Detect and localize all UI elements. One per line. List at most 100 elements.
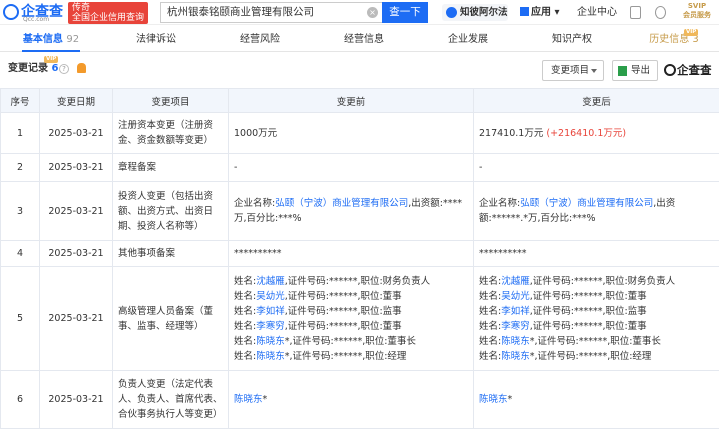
row-item: 负责人变更（法定代表人、负责人、首席代表、合伙事务执行人等变更） [112,370,229,429]
person-line: 姓名:李如祥,证件号码:******,职位:监事 [234,304,468,319]
row-date: 2025-03-21 [39,112,113,154]
company-link[interactable]: 弘颐（宁波）商业管理有限公司 [275,198,408,209]
tab-legal[interactable]: 法律诉讼 [126,28,186,52]
label: 姓名: [234,320,257,332]
table-row: 1 2025-03-21 注册资本变更（注册资金、资金数额等变更） 1000万元… [0,112,719,154]
user-icon[interactable] [655,6,666,19]
value: ,证件号码:******,职位:董事 [284,290,402,302]
person-link[interactable]: 陈晓东 [256,351,285,362]
brand-text: 企查查 [677,63,712,77]
person-link[interactable]: 陈晓东 [501,351,530,362]
table-row: 5 2025-03-21 高级管理人员备案（董事、监事、经理等） 姓名:沈越雁,… [0,266,719,371]
value: * [262,394,268,405]
person-line: 姓名:李寒穷,证件号码:******,职位:董事 [234,319,468,334]
person-link[interactable]: 陈晓东 [256,336,285,347]
user-center-link[interactable]: 企业中心 [577,2,623,23]
filter-change-item-button[interactable]: 变更项目 [542,60,604,81]
search-button[interactable]: 查一下 [382,2,428,23]
value: ,证件号码:******,职位:财务负责人 [284,275,431,287]
row-item: 投资人变更（包括出资额、出资方式、出资日期、投资人名称等） [112,181,229,241]
person-line: 姓名:李寒穷,证件号码:******,职位:董事 [479,319,714,334]
zhibi-alpha-button[interactable]: 知彼阿尔法 [442,4,508,21]
bell-icon[interactable] [77,63,86,73]
zhibi-icon [446,7,457,18]
value: ,证件号码:******,职位:董事 [529,290,647,302]
export-button[interactable]: 导出 [612,60,658,81]
person-line: 姓名:陈晓东*,证件号码:******,职位:经理 [234,349,468,364]
search-input[interactable]: 杭州银泰铭颐商业管理有限公司 × [160,2,382,23]
person-link[interactable]: 沈越雁 [256,276,285,287]
tab-label: 历史信息 [649,34,690,45]
active-tab-indicator [22,50,80,52]
row-before: 姓名:沈越雁,证件号码:******,职位:财务负责人 姓名:吴幼光,证件号码:*… [228,266,474,371]
person-link[interactable]: 李如祥 [256,306,285,317]
tab-basic-info[interactable]: 基本信息 92 [22,28,80,52]
label: 姓名: [234,350,257,362]
row-after: - [473,153,719,182]
row-item: 注册资本变更（注册资金、资金数额等变更） [112,112,229,154]
label: 姓名: [234,335,257,347]
table-header-row: 序号 变更日期 变更项目 变更前 变更后 [0,88,719,113]
search-value: 杭州银泰铭颐商业管理有限公司 [167,6,314,18]
row-after: 陈晓东* [473,370,719,429]
row-after: 姓名:沈越雁,证件号码:******,职位:财务负责人 姓名:吴幼光,证件号码:*… [473,266,719,371]
svip-badge[interactable]: SVIP 会员服务 [680,2,714,23]
row-before: 陈晓东* [228,370,474,429]
row-item: 章程备案 [112,153,229,182]
change-records-table: 序号 变更日期 变更项目 变更前 变更后 1 2025-03-21 注册资本变更… [0,88,719,429]
label: 姓名: [234,290,257,302]
person-link[interactable]: 陈晓东 [234,394,263,405]
tab-business[interactable]: 经营信息 [334,28,394,52]
row-date: 2025-03-21 [39,153,113,182]
person-link[interactable]: 陈晓东 [501,336,530,347]
main-tabs: 基本信息 92 法律诉讼 经营风险 经营信息 企业发展 知识产权 历史信息 3 … [0,28,719,52]
table-row: 2 2025-03-21 章程备案 - - [0,153,719,182]
clear-icon[interactable]: × [367,7,378,18]
label: 企业名称: [479,198,521,209]
person-link[interactable]: 吴幼光 [256,291,285,302]
section-count: 6 [51,63,59,74]
label: 姓名: [479,290,502,302]
value: *,证件号码:******,职位:经理 [529,350,652,362]
phone-icon[interactable] [630,6,641,19]
value: ,证件号码:******,职位:监事 [284,305,402,317]
row-no: 6 [0,370,40,429]
slogan-line1: 传奇 [72,3,91,13]
label: 姓名: [479,335,502,347]
value: *,证件号码:******,职位:董事长 [284,335,416,347]
tab-development[interactable]: 企业发展 [438,28,498,52]
tab-risk[interactable]: 经营风险 [230,28,290,52]
qcc-logo[interactable]: 企查查 Qcc.com [3,3,65,23]
row-item: 其他事项备案 [112,240,229,267]
person-link[interactable]: 吴幼光 [501,291,530,302]
col-header-date: 变更日期 [39,88,113,113]
person-link[interactable]: 陈晓东 [479,394,508,405]
app-menu[interactable]: 应用 ▾ [520,2,566,23]
section-title: 变更记录 6 [8,62,58,76]
row-before: ********** [228,240,474,267]
app-label: 应用 [531,7,551,18]
col-header-no: 序号 [0,88,40,113]
person-line: 姓名:沈越雁,证件号码:******,职位:财务负责人 [234,274,468,289]
row-no: 2 [0,153,40,182]
row-after: 企业名称:弘颐（宁波）商业管理有限公司,出资额:******.*万,百分比:**… [473,181,719,241]
row-after: 217410.1万元 (+216410.1万元) [473,112,719,154]
person-link[interactable]: 李如祥 [501,306,530,317]
value: ,证件号码:******,职位:监事 [529,305,647,317]
col-header-item: 变更项目 [112,88,229,113]
person-link[interactable]: 李寒穷 [256,321,285,332]
row-before: - [228,153,474,182]
row-date: 2025-03-21 [39,181,113,241]
tab-ip[interactable]: 知识产权 [542,28,602,52]
person-line: 姓名:陈晓东*,证件号码:******,职位:董事长 [479,334,714,349]
col-header-before: 变更前 [228,88,474,113]
help-icon[interactable]: ? [59,64,69,74]
row-no: 4 [0,240,40,267]
row-item: 高级管理人员备案（董事、监事、经理等） [112,266,229,371]
person-link[interactable]: 沈越雁 [501,276,530,287]
tab-count: 92 [66,34,80,45]
label: 企业名称: [234,198,276,209]
company-link[interactable]: 弘颐（宁波）商业管理有限公司 [520,198,653,209]
row-date: 2025-03-21 [39,370,113,429]
person-link[interactable]: 李寒穷 [501,321,530,332]
